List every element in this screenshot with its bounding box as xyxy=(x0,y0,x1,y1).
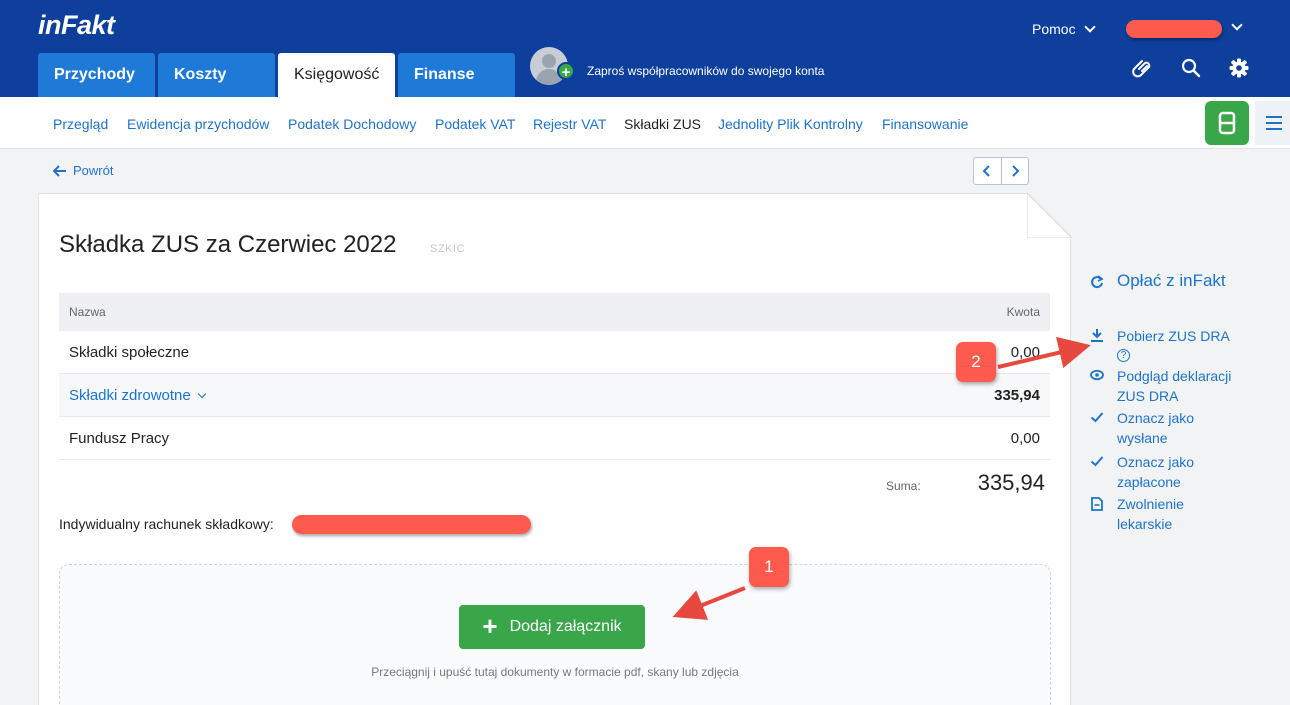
annotation-callout-1: 1 xyxy=(749,547,789,587)
annotation-arrows xyxy=(672,336,1091,620)
annotation-callout-2: 2 xyxy=(956,342,996,382)
